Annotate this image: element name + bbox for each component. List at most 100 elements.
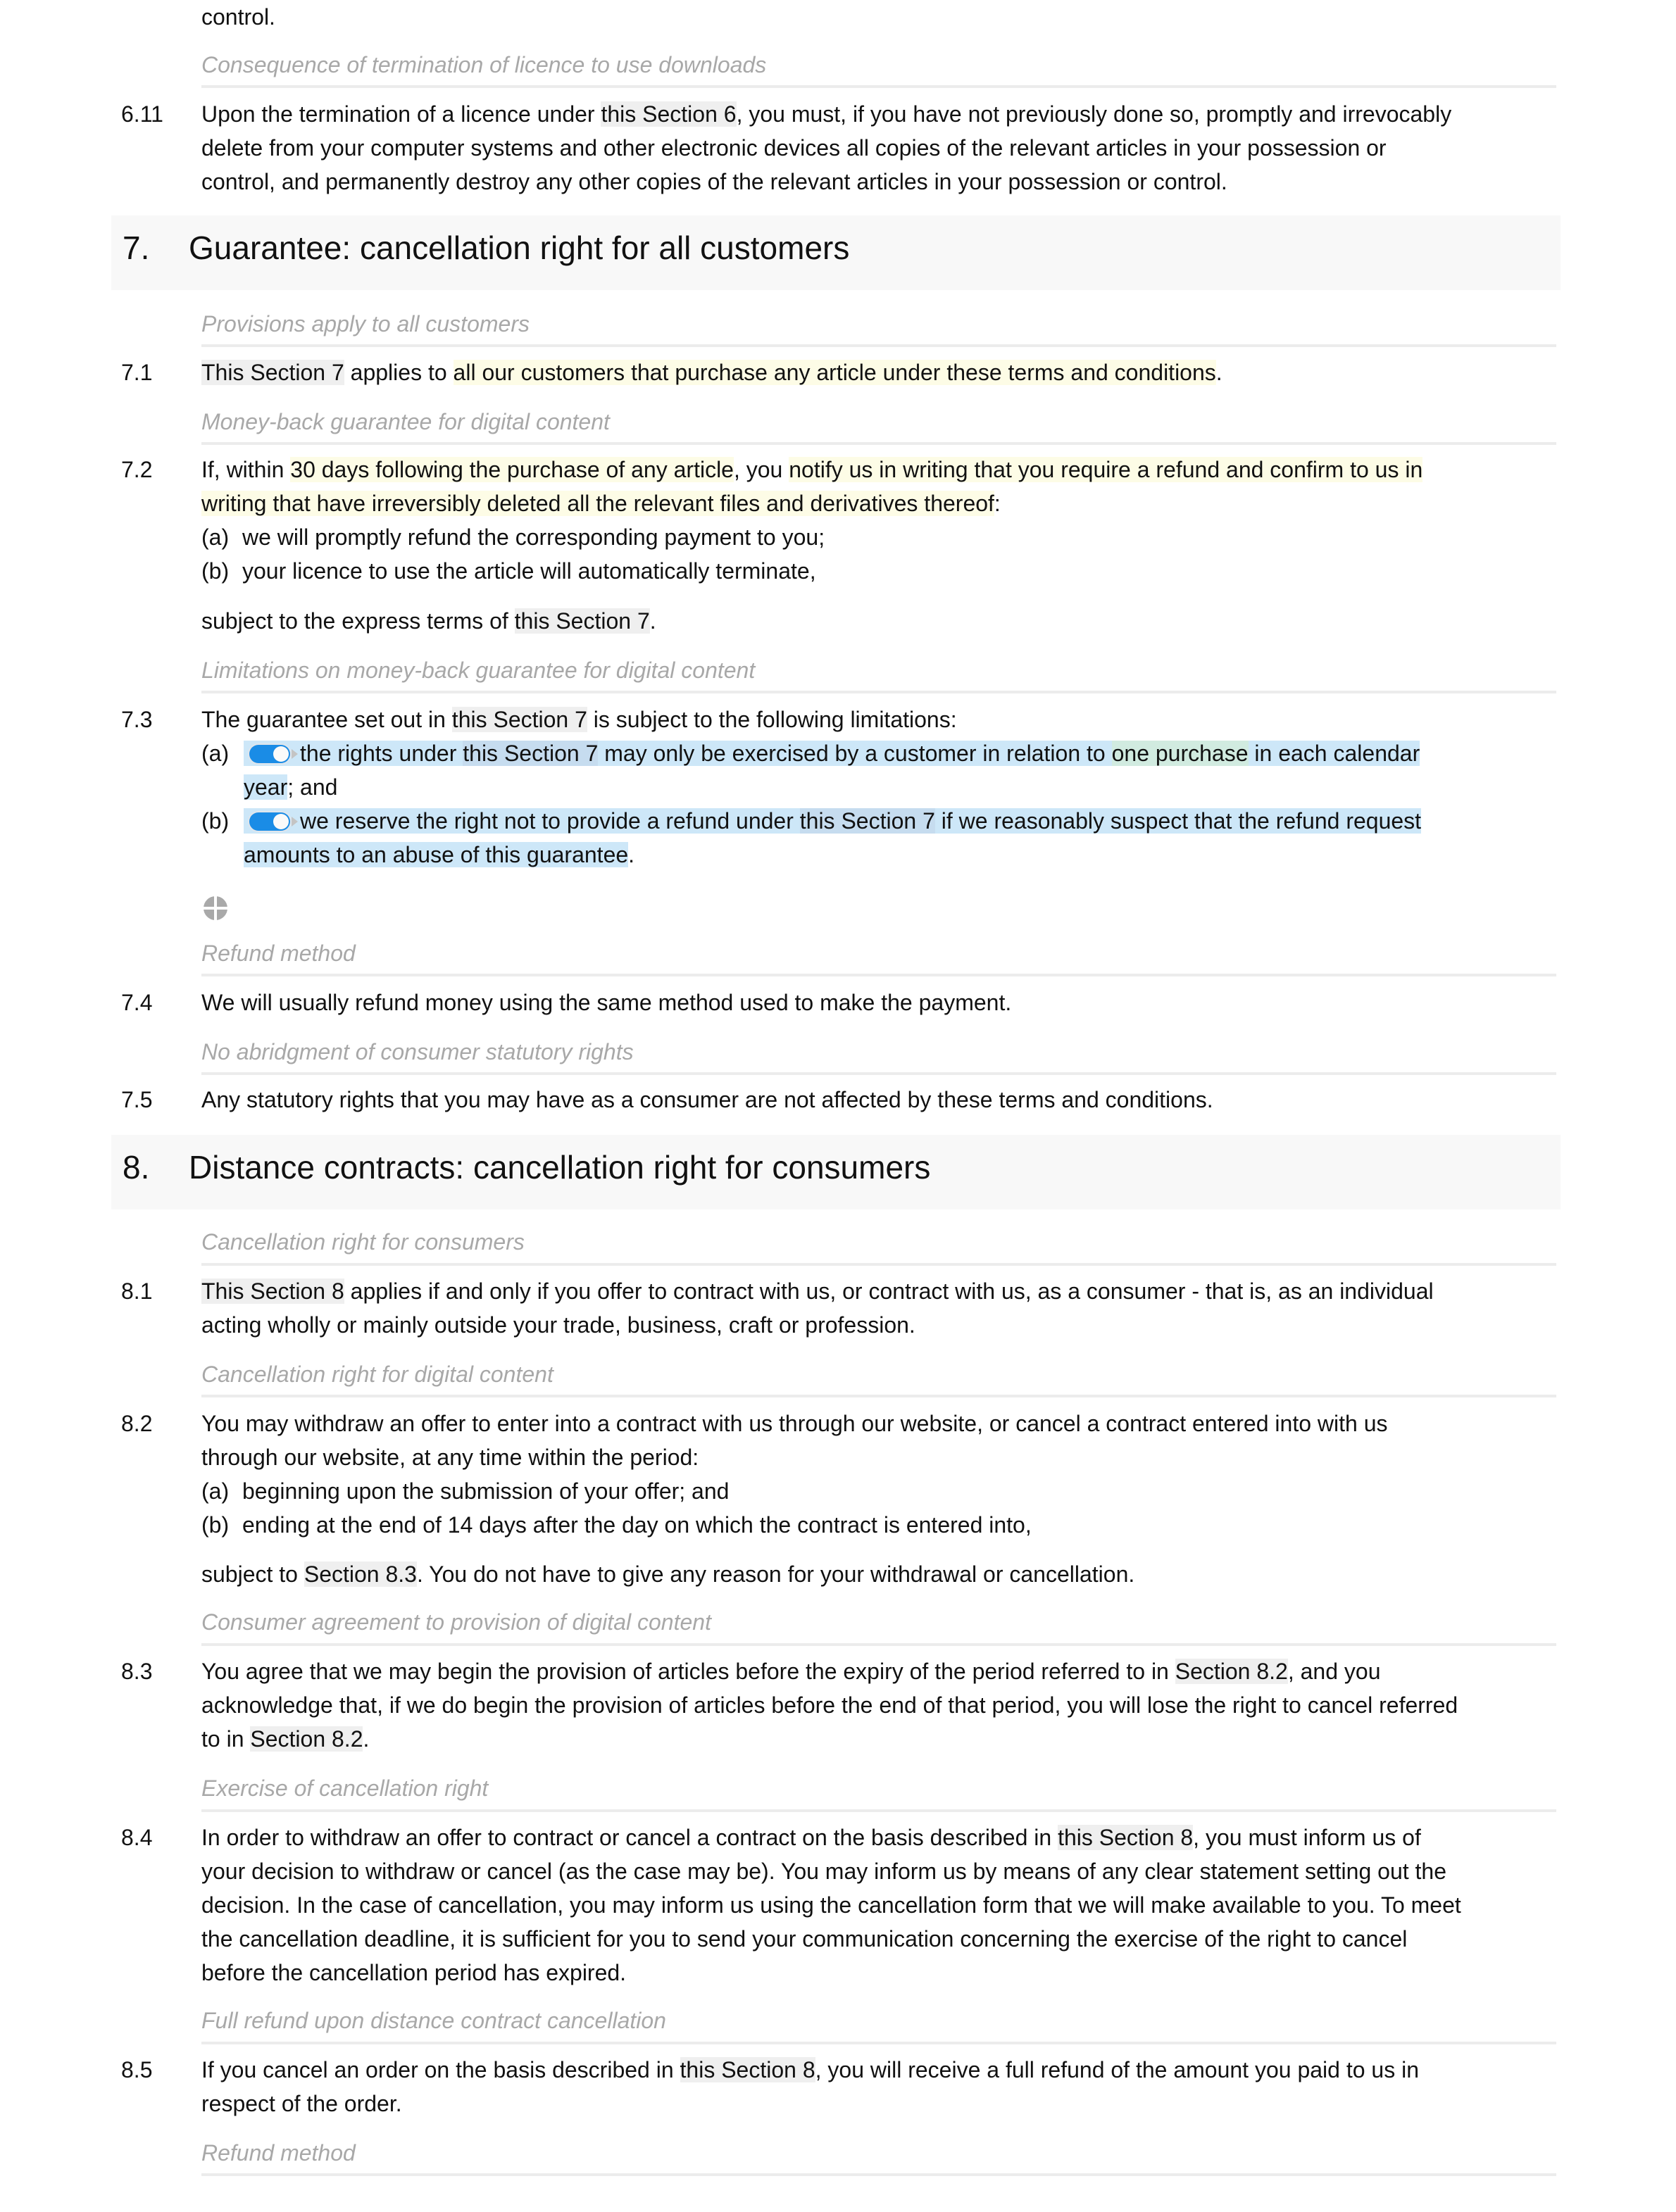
text: , you must inform us of [1193,1825,1421,1850]
section-reference-link[interactable]: this Section 7 [451,707,587,732]
text: The guarantee set out in [201,707,452,732]
toggle-knob [273,814,289,829]
clause-number: 7.5 [121,1087,153,1112]
text: applies to [344,360,454,385]
text: the rights under [300,741,463,766]
sub-item-text: your licence to use the article will aut… [242,558,816,584]
clause-caption: Money-back guarantee for digital content [201,409,610,434]
divider [201,974,1556,976]
highlighted-variable-text[interactable]: one purchase [1111,741,1249,766]
optional-sub-item: (a) the rights under this Section 7 may o… [201,736,1556,804]
section-title: Guarantee: cancellation right for all cu… [189,230,850,266]
section-reference-link[interactable]: Section 8.2 [250,1726,363,1752]
text: , you [733,457,789,482]
text: . [1215,360,1222,385]
highlighted-variable-text[interactable]: all our customers that purchase any arti… [453,360,1216,385]
section-reference-link[interactable]: this Section 8 [680,2057,815,2082]
text: before the cancellation period has expir… [201,1960,627,1985]
divider [201,1072,1556,1075]
clause-caption: Refund method [201,2140,356,2166]
highlighted-variable-text[interactable]: notify us in writing that you require a … [789,457,1423,482]
text: If, within [201,457,291,482]
clause-number: 8.1 [121,1278,153,1304]
clause-caption: Cancellation right for consumers [201,1229,525,1255]
optional-text: the rights under this Section 7 may only… [244,741,1420,800]
divider [201,85,1556,88]
text: your decision to withdraw or cancel (as … [201,1859,1446,1884]
text: . You do not have to give any reason for… [416,1561,1135,1587]
divider [201,1395,1556,1397]
gear-icon[interactable] [203,896,228,921]
clause-number: 7.4 [121,990,153,1015]
sub-item-text: we will promptly refund the correspondin… [242,524,825,550]
divider [201,1263,1556,1266]
text: control, and permanently destroy any oth… [201,169,1227,194]
text: , and you [1287,1659,1381,1684]
text: we reserve the right not to provide a re… [300,808,800,834]
clause-7-3: The guarantee set out in this Section 7 … [201,703,1556,872]
clause-number: 8.5 [121,2057,153,2082]
clause-number: 7.3 [121,707,153,732]
sub-item: (a) we will promptly refund the correspon… [201,520,1556,554]
optional-sub-item: (b) we reserve the right not to provide a… [201,804,1556,872]
divider [201,1643,1556,1646]
text: in each calendar [1248,741,1420,766]
text: Upon the termination of a licence under [201,101,601,127]
section-number: 8. [123,1149,150,1186]
text: , you will receive a full refund of the … [815,2057,1419,2082]
expand-arrow-icon [292,749,298,759]
paragraph-fragment: control. [201,4,275,30]
clause-7-5: Any statutory rights that you may have a… [201,1087,1213,1112]
text: acknowledge that, if we do begin the pro… [201,1692,1458,1718]
divider [201,1809,1556,1812]
text: If you cancel an order on the basis desc… [201,2057,680,2082]
toggle-switch-icon[interactable] [249,812,298,831]
section-reference-link[interactable]: this Section 6 [601,101,737,127]
section-reference-link[interactable]: this Section 7 [799,808,935,834]
text: , you must, if you have not previously d… [736,101,1452,127]
clause-8-2-tail: subject to Section 8.3. You do not have … [201,1557,1556,1591]
sub-item-label: (a) [201,1478,230,1504]
sub-item-label: (a) [201,524,230,550]
text: amounts to an abuse of this guarantee [244,842,629,867]
text: may only be exercised by a customer in r… [598,741,1112,766]
clause-caption: Full refund upon distance contract cance… [201,2008,666,2033]
text: . [628,842,635,867]
text: applies if and only if you offer to cont… [344,1278,1434,1304]
sub-item: (a) beginning upon the submission of your… [201,1474,1556,1508]
divider [201,344,1556,347]
optional-text: we reserve the right not to provide a re… [244,808,1422,867]
divider [201,691,1556,693]
section-reference-link[interactable]: this Section 8 [1058,1825,1194,1850]
divider [201,2042,1556,2044]
text: year [244,774,288,800]
section-reference-link[interactable]: Section 8.3 [304,1561,417,1587]
text: . [363,1726,370,1752]
section-reference-link[interactable]: this Section 7 [463,741,599,766]
text: is subject to the following limitations: [587,707,957,732]
section-heading: 8. Distance contracts: cancellation righ… [111,1135,1561,1209]
sub-item-text: beginning upon the submission of your of… [242,1478,730,1504]
text: subject to the express terms of [201,608,515,634]
clause-7-2: If, within 30 days following the purchas… [201,453,1556,588]
sub-item-label: (a) [201,741,230,766]
clause-number: 8.4 [121,1825,153,1850]
text: . [649,608,656,634]
clause-caption: Consequence of termination of licence to… [201,52,767,77]
section-reference-link[interactable]: This Section 7 [201,360,344,385]
text: In order to withdraw an offer to contrac… [201,1825,1058,1850]
clause-7-2-tail: subject to the express terms of this Sec… [201,604,1556,638]
toggle-switch-icon[interactable] [249,745,298,763]
clause-8-5: If you cancel an order on the basis desc… [201,2053,1556,2120]
text: : [994,491,1001,516]
highlighted-variable-text[interactable]: writing that have irreversibly deleted a… [201,491,994,516]
clause-7-4: We will usually refund money using the s… [201,990,1012,1015]
section-reference-link[interactable]: This Section 8 [201,1278,344,1304]
highlighted-variable-text[interactable]: 30 days following the purchase of any ar… [290,457,734,482]
section-reference-link[interactable]: Section 8.2 [1175,1659,1288,1684]
text: decision. In the case of cancellation, y… [201,1892,1461,1918]
clause-7-1: This Section 7 applies to all our custom… [201,356,1556,389]
sub-item-label: (b) [201,808,230,834]
section-title: Distance contracts: cancellation right f… [189,1149,931,1186]
section-reference-link[interactable]: this Section 7 [514,608,650,634]
